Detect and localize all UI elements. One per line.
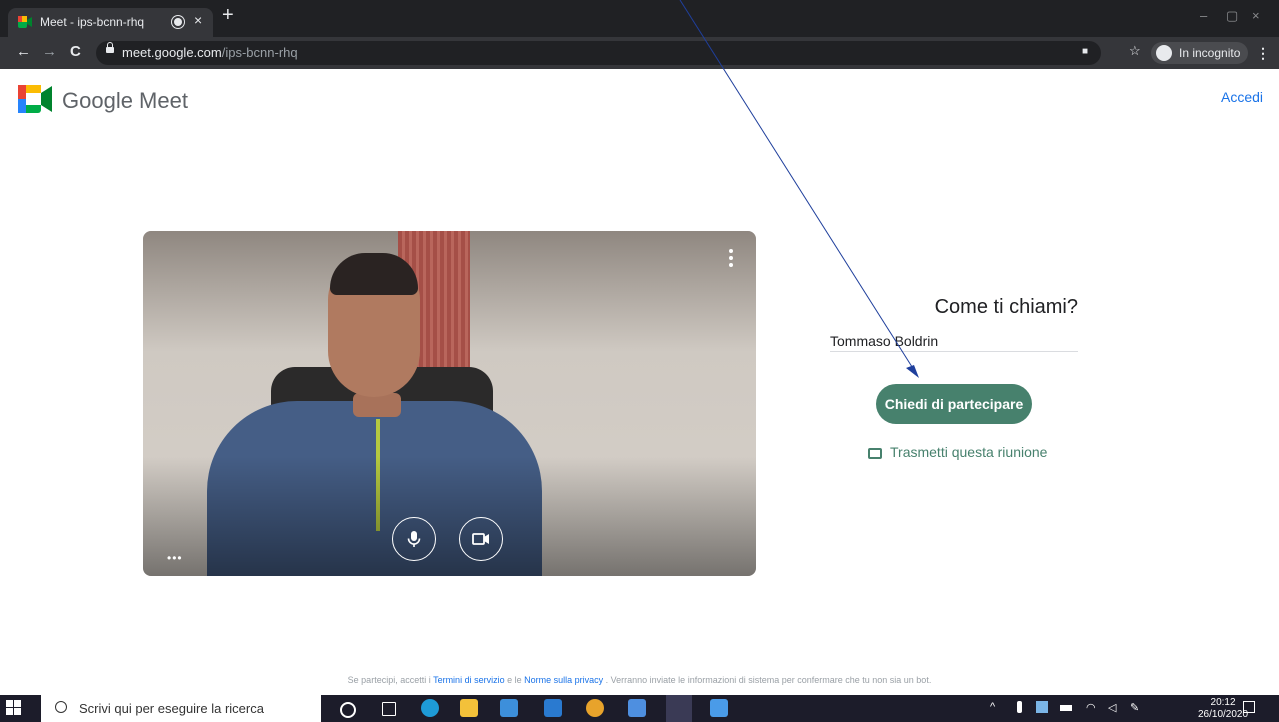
volume-icon[interactable]: ◁ [1108, 701, 1116, 714]
show-hidden-icons-chevron-icon[interactable]: ^ [990, 701, 995, 713]
battery-icon[interactable] [1060, 705, 1072, 711]
search-icon [55, 701, 67, 713]
annotation-arrow [679, 0, 919, 378]
microphone-tray-icon[interactable] [1017, 701, 1022, 713]
notifications-icon[interactable] [1243, 701, 1255, 713]
pen-tray-icon[interactable]: ✎ [1130, 701, 1139, 714]
file-explorer-icon[interactable] [460, 699, 478, 717]
microsoft-store-icon[interactable] [500, 699, 518, 717]
clock-time: 20:12 [1210, 697, 1236, 708]
clock-date: 26/10/2020 [1198, 709, 1249, 720]
chrome-icon[interactable] [586, 699, 604, 717]
taskbar-search-placeholder: Scrivi qui per eseguire la ricerca [79, 701, 264, 716]
footer-and: e le [504, 675, 525, 685]
footer-prefix: Se partecipi, accetti i [347, 675, 434, 685]
system-clock[interactable]: 20:12 26/10/2020 [1198, 697, 1248, 721]
app-flash-icon[interactable] [666, 695, 692, 722]
privacy-policy-link[interactable]: Norme sulla privacy [524, 675, 603, 685]
app-pen-icon[interactable] [628, 699, 646, 717]
mail-icon[interactable] [544, 699, 562, 717]
edge-browser-icon[interactable] [421, 699, 439, 717]
document-app-icon[interactable] [710, 699, 728, 717]
footer-suffix: . Verranno inviate le informazioni di si… [603, 675, 932, 685]
wifi-icon[interactable]: ◠ [1086, 701, 1096, 714]
windows-taskbar: Scrivi qui per eseguire la ricerca ^ ◠ ◁… [0, 695, 1279, 722]
windows-start-button[interactable] [6, 700, 22, 716]
taskbar-search-box[interactable]: Scrivi qui per eseguire la ricerca [41, 695, 321, 722]
terms-of-service-link[interactable]: Termini di servizio [433, 675, 505, 685]
cortana-icon[interactable] [340, 702, 356, 718]
tray-app-icon[interactable] [1036, 701, 1048, 713]
legal-footer: Se partecipi, accetti i Termini di servi… [0, 675, 1279, 685]
task-view-icon[interactable] [382, 702, 396, 716]
